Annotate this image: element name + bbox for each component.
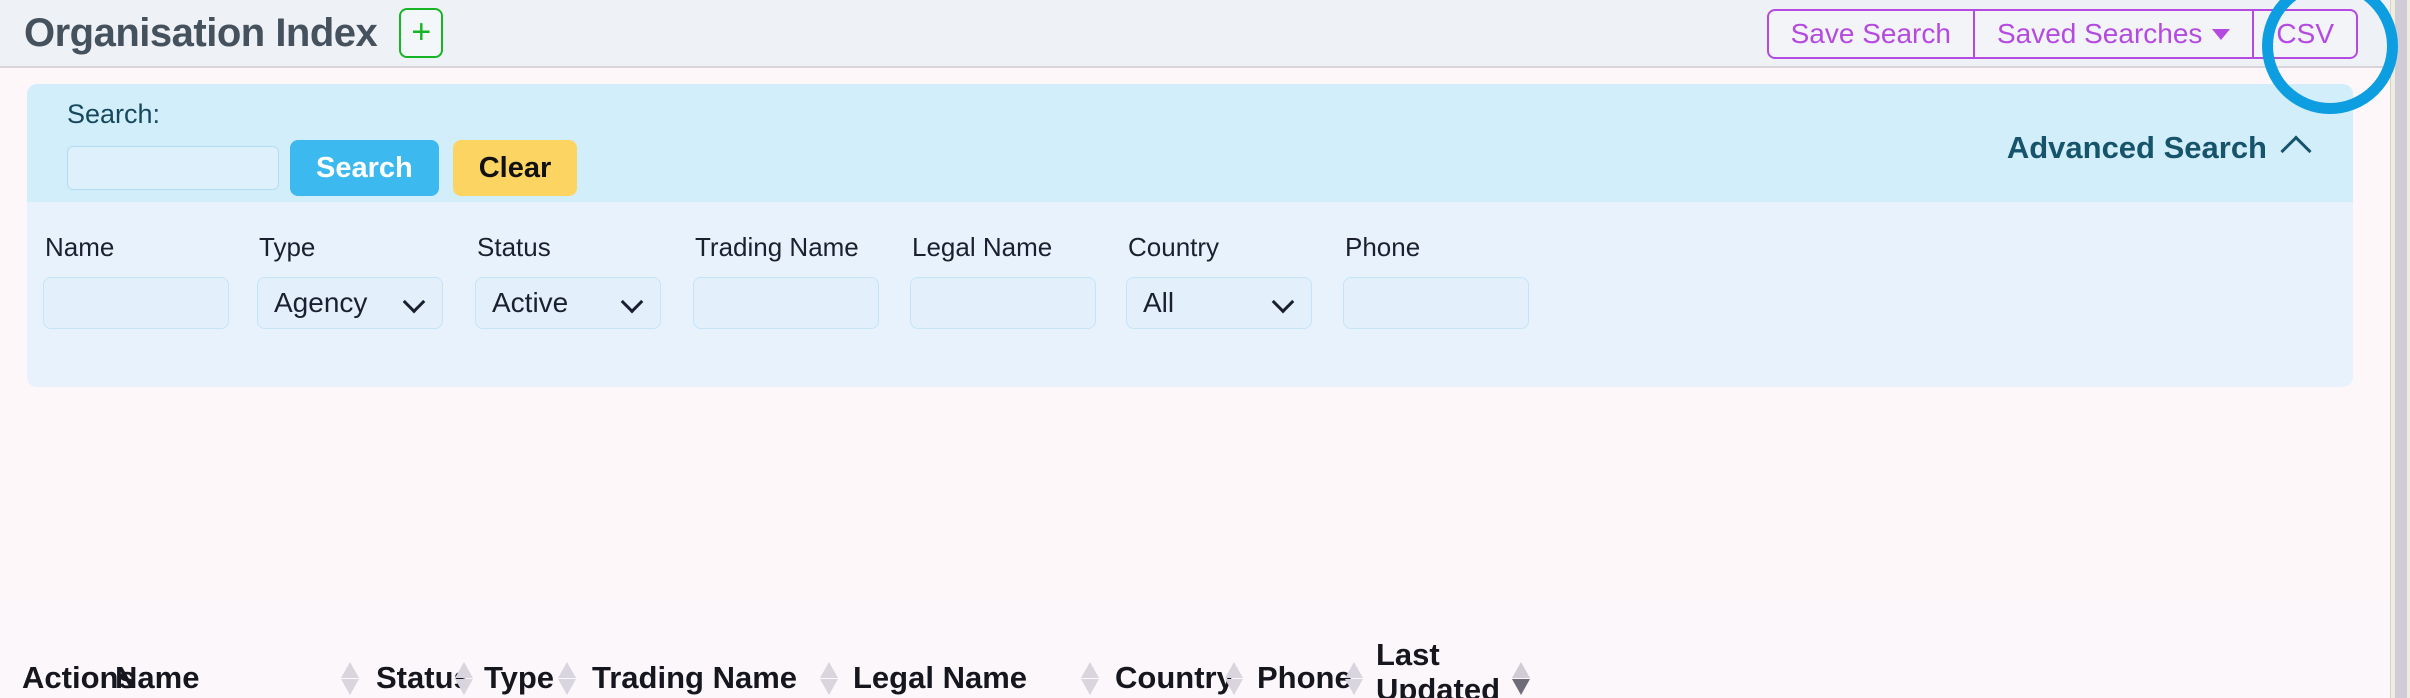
- filter-label-phone: Phone: [1345, 232, 1421, 262]
- csv-label: CSV: [2276, 18, 2334, 49]
- sort-toggle-trading-name[interactable]: [820, 662, 838, 696]
- search-input[interactable]: [67, 146, 279, 190]
- filter-select-type[interactable]: Agency: [257, 277, 443, 329]
- search-button[interactable]: Search: [290, 140, 439, 196]
- page-scrollbar-thumb[interactable]: [2395, 0, 2407, 698]
- organisation-index-page: Organisation Index + Save Search Saved S…: [0, 0, 2410, 698]
- filter-field-type: Type Agency: [257, 232, 443, 329]
- filter-label-name: Name: [45, 232, 115, 262]
- advanced-search-toggle[interactable]: Advanced Search: [2006, 130, 2312, 167]
- results-table-header: Actions Name Status Type Trading Name Le…: [0, 600, 2390, 698]
- filter-select-type-value: Agency: [274, 287, 368, 318]
- column-header-phone[interactable]: Phone: [1257, 660, 1352, 696]
- filter-label-status: Status: [477, 232, 551, 262]
- search-label: Search:: [67, 99, 161, 129]
- filter-label-type: Type: [259, 232, 316, 262]
- advanced-filters-row: Name Type Agency Status Active Trading N…: [27, 202, 2353, 387]
- search-row: Search Clear: [67, 140, 578, 196]
- saved-searches-label: Saved Searches: [1996, 18, 2203, 49]
- sort-toggle-country[interactable]: [1225, 662, 1243, 696]
- search-button-label: Search: [316, 151, 413, 184]
- filter-select-country-value: All: [1143, 287, 1175, 318]
- clear-button-label: Clear: [478, 151, 552, 184]
- add-organisation-button[interactable]: +: [399, 8, 444, 58]
- sort-toggle-last-updated[interactable]: [1512, 662, 1530, 696]
- column-header-legal-name[interactable]: Legal Name: [853, 660, 1027, 696]
- filter-select-country[interactable]: All: [1126, 277, 1312, 329]
- filter-field-legal-name: Legal Name: [910, 232, 1096, 329]
- filter-field-phone: Phone: [1343, 232, 1529, 329]
- plus-icon: +: [411, 12, 432, 51]
- filter-select-status-value: Active: [492, 287, 569, 318]
- save-search-button[interactable]: Save Search: [1769, 11, 1973, 57]
- filter-label-trading-name: Trading Name: [695, 232, 859, 262]
- chevron-down-icon: [2212, 28, 2231, 40]
- quick-search-section: Search: Search Clear Advanced Search: [27, 84, 2353, 202]
- chevron-down-icon: [402, 290, 426, 314]
- saved-searches-button[interactable]: Saved Searches: [1972, 11, 2252, 57]
- filter-field-trading-name: Trading Name: [693, 232, 879, 329]
- csv-button[interactable]: CSV: [2252, 11, 2356, 57]
- filter-field-country: Country All: [1126, 232, 1312, 329]
- filter-input-trading-name[interactable]: [693, 277, 879, 329]
- filter-label-country: Country: [1128, 232, 1220, 262]
- sort-toggle-name[interactable]: [341, 662, 359, 696]
- filter-select-status[interactable]: Active: [475, 277, 661, 329]
- header-action-group: Save Search Saved Searches CSV: [1766, 9, 2358, 59]
- filter-input-legal-name[interactable]: [910, 277, 1096, 329]
- advanced-search-label: Advanced Search: [2006, 130, 2267, 165]
- column-header-last-updated[interactable]: Last Updated: [1376, 637, 1526, 698]
- page-scrollbar[interactable]: [2390, 0, 2410, 698]
- page-header: Organisation Index + Save Search Saved S…: [0, 0, 2390, 68]
- sort-toggle-status[interactable]: [455, 662, 473, 696]
- sort-toggle-type[interactable]: [558, 662, 576, 696]
- filter-input-phone[interactable]: [1343, 277, 1529, 329]
- page-title: Organisation Index: [24, 10, 378, 55]
- column-header-type[interactable]: Type: [484, 660, 554, 696]
- column-header-trading-name[interactable]: Trading Name: [592, 660, 797, 696]
- sort-toggle-phone[interactable]: [1345, 662, 1363, 696]
- column-header-name[interactable]: Name: [115, 660, 199, 696]
- chevron-down-icon: [1271, 290, 1295, 314]
- filter-input-name[interactable]: [43, 277, 229, 329]
- clear-button[interactable]: Clear: [452, 140, 578, 196]
- search-panel: Search: Search Clear Advanced Search Nam…: [27, 84, 2353, 387]
- chevron-down-icon: [620, 290, 644, 314]
- filter-field-status: Status Active: [475, 232, 661, 329]
- filter-label-legal-name: Legal Name: [912, 232, 1053, 262]
- chevron-up-icon: [2280, 135, 2312, 167]
- filter-field-name: Name: [43, 232, 229, 329]
- sort-toggle-legal-name[interactable]: [1081, 662, 1099, 696]
- save-search-label: Save Search: [1790, 18, 1951, 49]
- column-header-country[interactable]: Country: [1115, 660, 1234, 696]
